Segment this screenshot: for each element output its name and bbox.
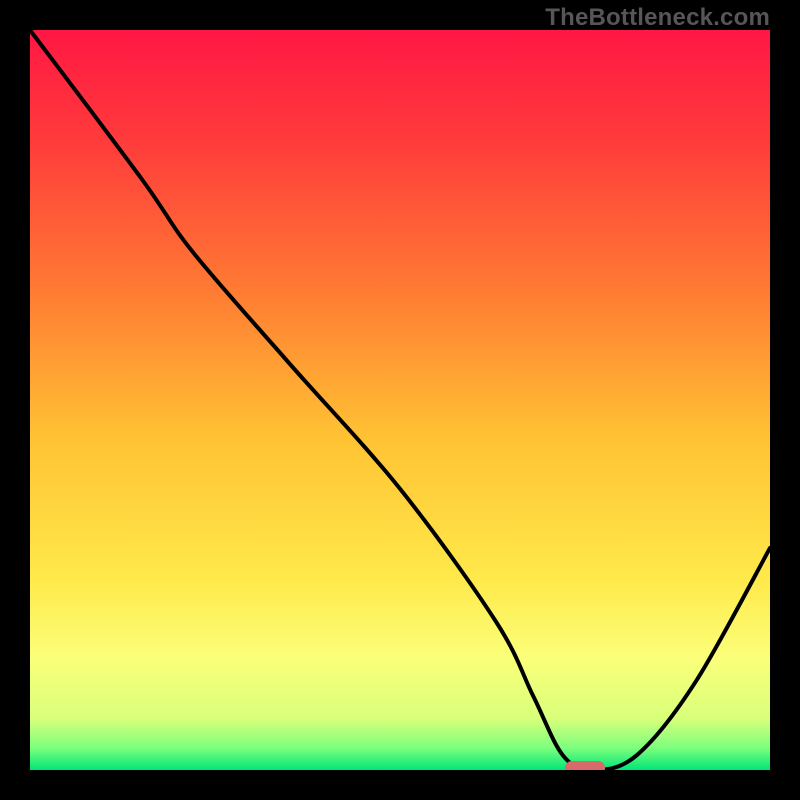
watermark-text: TheBottleneck.com [545,4,770,32]
optimal-marker [565,761,605,770]
gradient-background [30,30,770,770]
chart-frame [30,30,770,770]
bottleneck-chart [30,30,770,770]
